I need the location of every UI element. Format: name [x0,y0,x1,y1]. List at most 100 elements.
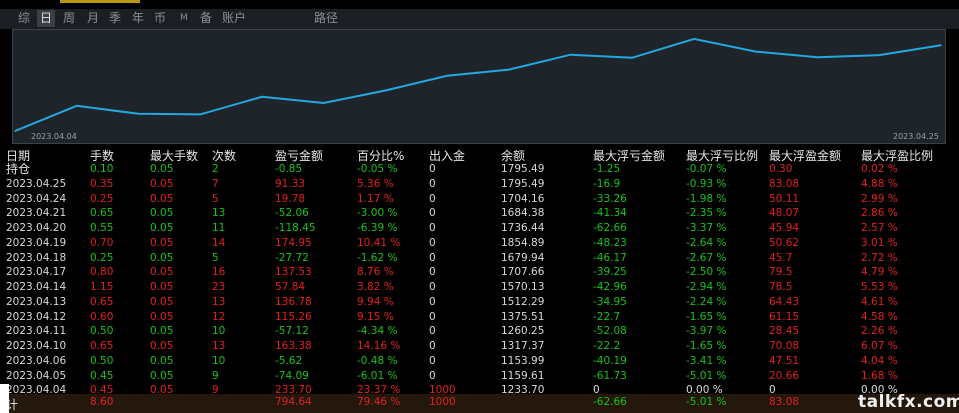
tab-summary[interactable]: 综 [18,10,30,27]
header-pnl[interactable]: 盈亏金额 [275,149,323,163]
table-row[interactable]: 持仓 0.10 0.05 2 -0.85 -0.05 % 0 1795.49 -1.25 -0.0… [0,162,959,176]
cell-max-float-loss: -61.73 [593,369,627,382]
table-row[interactable]: 2023.04.14 1.15 0.05 23 57.84 3.82 % 0 1570.13 -… [0,280,959,294]
table-row[interactable]: 2023.04.17 0.80 0.05 16 137.53 8.76 % 0 1707.66… [0,265,959,279]
cell-count: 5 [212,192,219,205]
tab-currency[interactable]: 币 [154,10,166,27]
cell-max-lots: 0.05 [150,295,174,308]
table-row[interactable]: 2023.04.20 0.55 0.05 11 -118.45 -6.39 % 0 1736.… [0,221,959,235]
cell-lots: 0.25 [90,192,114,205]
cell-max-lots: 0.05 [150,325,174,338]
tab-path[interactable]: 路径 [314,10,338,27]
tab-month[interactable]: 月 [87,10,99,27]
cell-max-lots: 0.05 [150,207,174,220]
table-row[interactable]: 2023.04.05 0.45 0.05 9 -74.09 -6.01 % 0 1159.61… [0,369,959,383]
cell-max-float-loss-pct: -1.65 % [686,310,727,323]
cell-deposit: 0 [429,281,436,293]
header-max-float-profit-pct[interactable]: 最大浮盈比例 [861,149,933,163]
cell-count: 9 [212,369,219,382]
cell-max-float-profit-pct: 2.57 % [861,222,898,234]
table-row[interactable]: 2023.04.10 0.65 0.05 13 163.38 14.16 % 0 1317.3… [0,339,959,353]
tab-year[interactable]: 年 [132,10,144,27]
cell-lots: 0.45 [90,369,114,382]
header-lots[interactable]: 手数 [90,149,114,163]
cell-max-float-profit-pct: 2.99 % [861,192,898,205]
cell-max-float-profit-pct: 4.04 % [861,354,898,367]
table-row[interactable]: 2023.04.11 0.50 0.05 10 -57.12 -4.34 % 0 1260.2… [0,324,959,338]
cell-date: 2023.04.12 [6,310,67,323]
cell-percent: 9.15 % [357,310,394,323]
header-balance[interactable]: 余额 [501,149,525,163]
cell-max-float-profit: 20.66 [769,369,800,382]
cell-deposit: 0 [429,251,436,264]
tab-day[interactable]: 日 [37,10,56,27]
header-date[interactable]: 日期 [6,149,30,163]
cell-deposit: 0 [429,266,436,279]
cell-date: 2023.04.11 [6,325,67,338]
cell-date: 2023.04.24 [6,192,67,205]
cell-max-float-profit: 79.5 [769,266,793,279]
cell-percent: 5.36 % [357,177,394,190]
cell-deposit: 0 [429,325,436,338]
table-row[interactable]: 2023.04.12 0.60 0.05 12 115.26 9.15 % 0 1375.51… [0,310,959,324]
cell-balance: 1736.44 [501,222,545,234]
cell-max-float-loss-pct: -1.98 % [686,192,727,205]
cell-date: 2023.04.05 [6,369,67,382]
cell-max-lots: 0.05 [150,340,174,352]
balance-point [384,89,387,92]
tab-m[interactable]: M [180,10,188,27]
cell-max-lots: 0.05 [150,354,174,367]
cell-max-float-profit-pct: 2.72 % [861,251,898,264]
cell-date: 2023.04.10 [6,340,67,352]
cell-max-float-profit: 28.45 [769,325,800,338]
cell-percent: -0.05 % [357,163,398,175]
cell-max-float-profit: 83.08 [769,177,800,190]
cell-max-float-profit-pct: 0.02 % [861,163,898,175]
cell-deposit: 0 [429,310,436,323]
tab-quarter[interactable]: 季 [109,10,121,27]
cell-max-float-loss-pct: -2.94 % [686,281,727,293]
cell-balance: 1707.66 [501,266,545,279]
cell-max-float-loss: -34.95 [593,295,627,308]
cell-max-float-loss: -41.34 [593,207,627,220]
tab-week[interactable]: 周 [63,10,75,27]
header-percent[interactable]: 百分比% [357,149,404,163]
header-deposit[interactable]: 出入金 [429,149,465,163]
cell-date: 2023.04.13 [6,295,67,308]
balance-point [940,44,942,47]
cell-pnl: -52.06 [275,207,309,220]
table-row[interactable]: 2023.04.18 0.25 0.05 5 -27.72 -1.62 % 0 1679.94… [0,251,959,265]
tab-notes[interactable]: 备 [200,10,212,27]
cell-percent: -0.48 % [357,354,398,367]
top-strip [0,0,959,8]
table-row[interactable]: 2023.04.19 0.70 0.05 14 174.95 10.41 % 0 1854.8… [0,236,959,250]
header-max-float-profit[interactable]: 最大浮盈金额 [769,149,841,163]
header-max-float-loss-pct[interactable]: 最大浮亏比例 [686,149,758,163]
cell-count: 2 [212,163,219,175]
cell-max-float-loss-pct: -2.67 % [686,251,727,264]
table-row[interactable]: 2023.04.21 0.65 0.05 13 -52.06 -3.00 % 0 1684.3… [0,206,959,220]
balance-point [569,53,572,56]
cell-max-float-profit-pct: 1.68 % [861,369,898,382]
cell-date: 2023.04.17 [6,266,67,279]
cell-max-float-loss-pct: -3.37 % [686,222,727,234]
cell-pnl: -74.09 [275,369,309,382]
cell-lots: 0.60 [90,310,114,323]
cell-balance: 1512.29 [501,295,545,308]
table-row[interactable]: 2023.04.13 0.65 0.05 13 136.78 9.94 % 0 1512.29… [0,295,959,309]
cell-pnl: 115.26 [275,310,312,323]
chart-end-date-label: 2023.04.25 [893,132,939,141]
table-row[interactable]: 2023.04.24 0.25 0.05 5 19.78 1.17 % 0 1704.16 -3… [0,192,959,206]
table-row[interactable]: 2023.04.25 0.35 0.05 7 91.33 5.36 % 0 1795.49 -1… [0,177,959,191]
header-max-lots[interactable]: 最大手数 [150,149,198,163]
cell-deposit: 0 [429,222,436,234]
cell-count: 13 [212,207,226,220]
balance-point [693,38,695,40]
header-count[interactable]: 次数 [212,149,236,163]
cell-count: 5 [212,251,219,264]
tab-account[interactable]: 账户 [222,10,246,27]
table-row[interactable]: 2023.04.06 0.50 0.05 10 -5.62 -0.48 % 0 1153.99… [0,354,959,368]
header-max-float-loss[interactable]: 最大浮亏金额 [593,149,665,163]
cell-deposit: 0 [429,295,436,308]
cell-max-float-loss-pct: -2.50 % [686,266,727,279]
